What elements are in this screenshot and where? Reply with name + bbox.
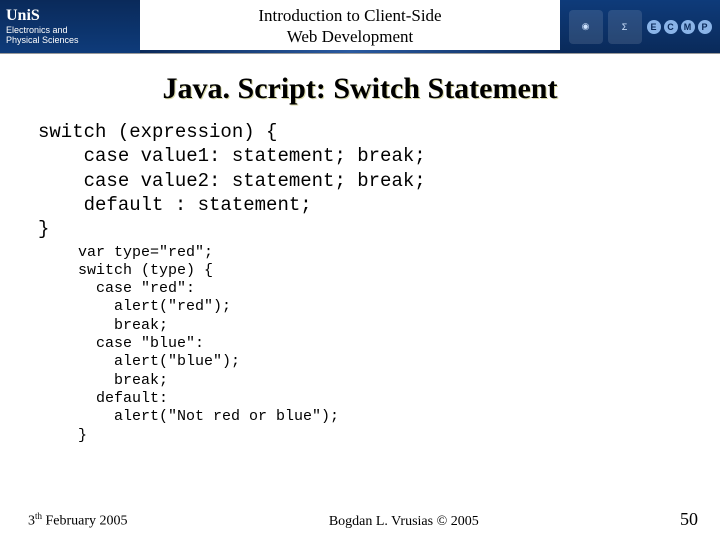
mini-icon-c: C <box>664 20 678 34</box>
course-title: Introduction to Client-Side Web Developm… <box>258 6 441 47</box>
mini-icon-row: E C M P <box>647 20 712 34</box>
switch-example-code: var type="red"; switch (type) { case "re… <box>78 244 692 445</box>
content-area: switch (expression) { case value1: state… <box>0 106 720 445</box>
footer-author: Bogdan L. Vrusias © 2005 <box>329 514 479 530</box>
header-center-title: Introduction to Client-Side Web Developm… <box>140 0 560 53</box>
mini-icon-p: P <box>698 20 712 34</box>
switch-syntax-code: switch (expression) { case value1: state… <box>38 120 692 242</box>
header-bar: UniS Electronics and Physical Sciences I… <box>0 0 720 54</box>
slide-title: Java. Script: Switch Statement <box>0 72 720 106</box>
footer-date: 3th February 2005 <box>28 511 128 530</box>
header-left-logo-block: UniS Electronics and Physical Sciences <box>0 0 140 53</box>
university-logo-text: UniS <box>6 7 134 25</box>
sigma-logo-icon: Σ <box>608 10 642 44</box>
header-right-badges: ◉ Σ E C M P <box>560 0 720 53</box>
partner-logo-icon: ◉ <box>569 10 603 44</box>
department-name: Electronics and Physical Sciences <box>6 26 134 46</box>
footer-page-number: 50 <box>680 509 698 530</box>
mini-icon-m: M <box>681 20 695 34</box>
footer: 3th February 2005 Bogdan L. Vrusias © 20… <box>0 509 720 530</box>
mini-icon-e: E <box>647 20 661 34</box>
